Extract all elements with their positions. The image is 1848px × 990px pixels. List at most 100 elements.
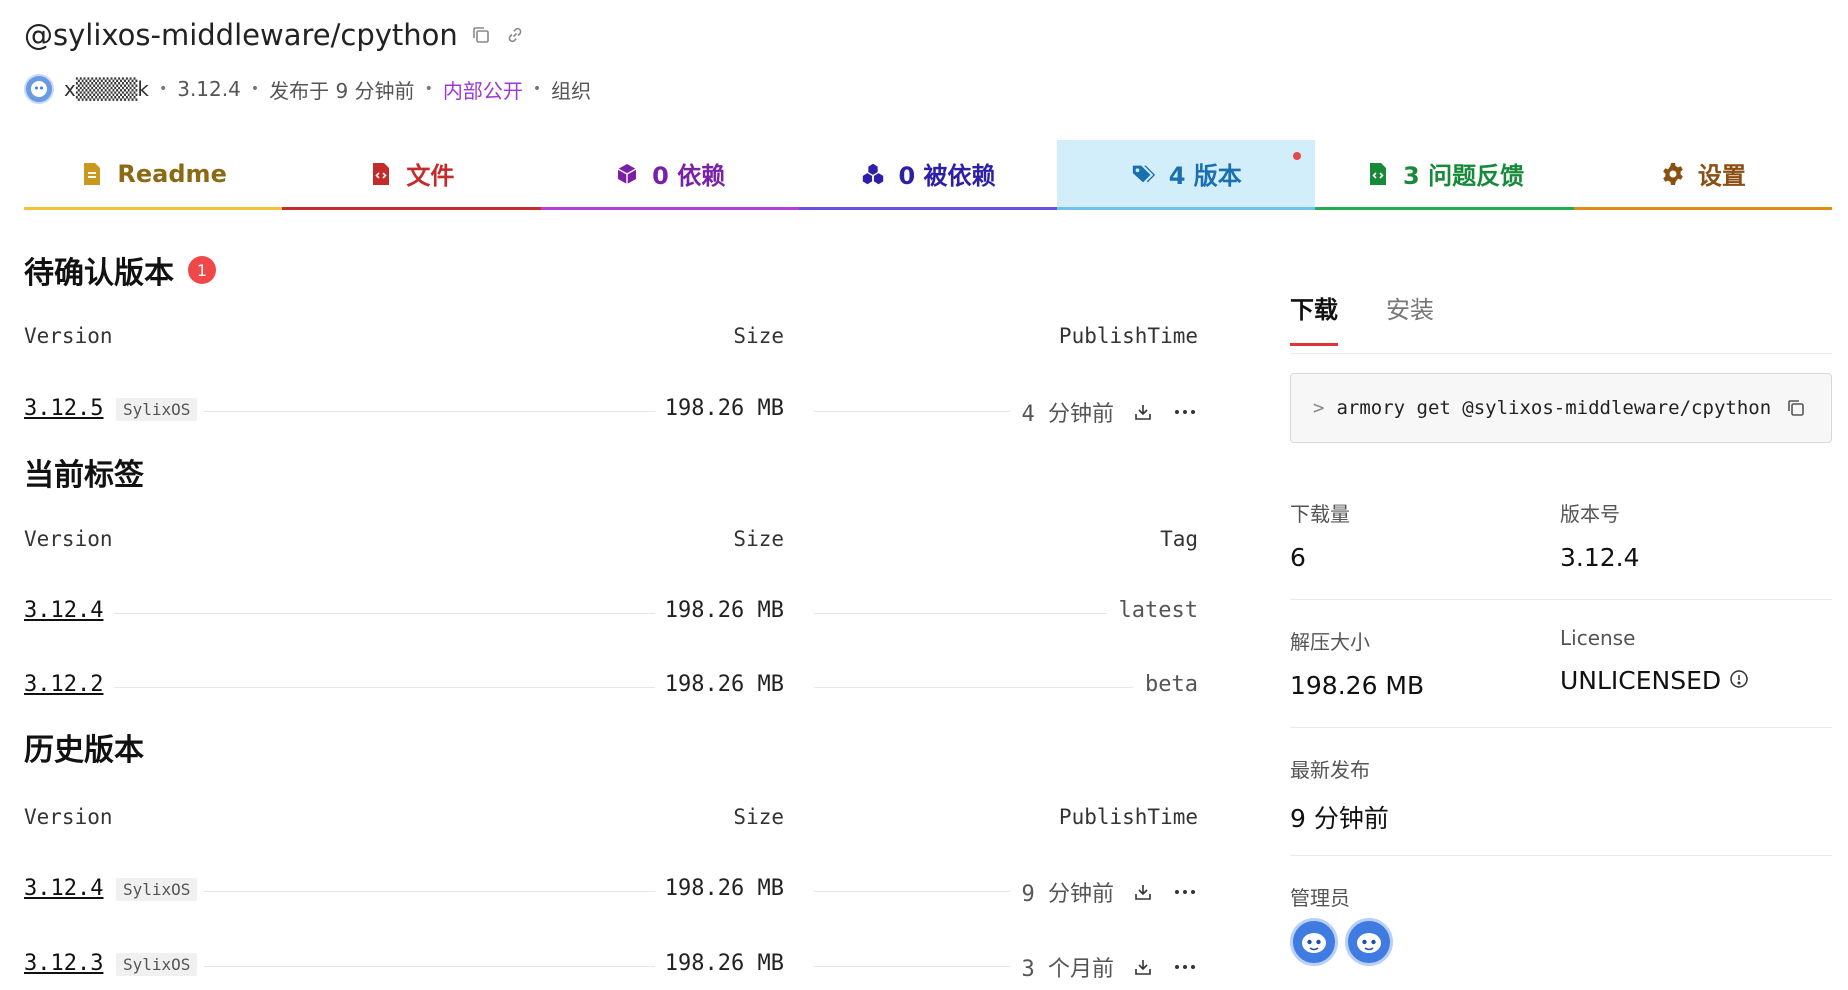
row-leader-line [814, 966, 1014, 967]
divider [1290, 599, 1832, 600]
divider [1290, 727, 1832, 728]
install-command-box: > armory get @sylixos-middleware/cpython [1290, 373, 1832, 443]
stat-value: 198.26 MB [1290, 671, 1425, 700]
copy-icon[interactable] [470, 24, 492, 46]
tab-files[interactable]: 文件 [282, 140, 541, 210]
author-avatar[interactable] [24, 74, 54, 104]
tab-download[interactable]: 下载 [1290, 290, 1338, 346]
separator-dot: • [158, 81, 168, 97]
package-title-bar: @sylixos-middleware/cpython [24, 18, 526, 52]
admin-avatar[interactable] [1345, 918, 1393, 966]
stat-value: 9 分钟前 [1290, 804, 1389, 833]
col-publish-time: PublishTime [1058, 324, 1198, 348]
admin-avatar[interactable] [1290, 918, 1338, 966]
more-icon[interactable] [1172, 879, 1198, 905]
dist-tag: latest [1118, 598, 1198, 623]
col-version: Version [24, 324, 113, 348]
dist-tag: beta [1145, 672, 1198, 697]
info-icon[interactable] [1729, 666, 1749, 695]
stat-admins: 管理员 [1290, 882, 1350, 911]
row-size: 198.26 MB [654, 672, 794, 697]
tab-settings[interactable]: 设置 [1573, 140, 1832, 210]
tab-label: 3 问题反馈 [1403, 162, 1525, 190]
tab-versions[interactable]: 4 版本 [1057, 140, 1316, 210]
row-publish-time: 4 分钟前 [1021, 402, 1115, 427]
tab-label: 设置 [1697, 162, 1746, 190]
stat-label: 解压大小 [1290, 630, 1370, 654]
file-text-icon [79, 161, 105, 187]
tab-label: Readme [117, 159, 227, 188]
row-publish-time: 3 个月前 [1021, 957, 1115, 982]
version-link[interactable]: 3.12.5 [24, 396, 114, 421]
tab-install[interactable]: 安装 [1386, 290, 1434, 343]
row-publish-time: 9 分钟前 [1021, 882, 1115, 907]
more-icon[interactable] [1172, 954, 1198, 980]
visibility-label: 内部公开 [442, 78, 523, 103]
stat-license: License UNLICENSED [1560, 626, 1749, 695]
history-versions-title: 历史版本 [24, 725, 144, 769]
author-name[interactable]: x▒▒▒▒k [64, 77, 149, 101]
row-actions: 9 分钟前 [1009, 876, 1198, 908]
tab-dependents[interactable]: 0 被依赖 [798, 140, 1058, 210]
package-tabs: Readme 文件 0 依赖 0 被依赖 4 版本 3 问题反馈 设置 [24, 140, 1832, 210]
package-meta: x▒▒▒▒k • 3.12.4 • 发布于 9 分钟前 • 内部公开 • 组织 [24, 74, 591, 104]
row-leader-line [114, 613, 684, 614]
pending-count-badge: 1 [188, 256, 216, 284]
version-link[interactable]: 3.12.4 [24, 876, 114, 901]
row-tag: latest [1106, 598, 1198, 623]
row-leader-line [204, 966, 684, 967]
tab-label: 4 版本 [1168, 162, 1242, 190]
col-size: Size [733, 324, 784, 348]
download-icon[interactable] [1130, 399, 1156, 425]
row-leader-line [814, 411, 1014, 412]
license-value: UNLICENSED [1560, 666, 1722, 695]
issue-file-icon [1365, 161, 1391, 187]
col-version: Version [24, 527, 113, 551]
col-version: Version [24, 805, 113, 829]
install-command[interactable]: armory get @sylixos-middleware/cpython [1336, 397, 1775, 419]
prompt-symbol: > [1313, 397, 1325, 419]
section-title-text: 当前标签 [24, 458, 144, 493]
owner-type: 组织 [551, 78, 592, 103]
separator-dot: • [532, 81, 542, 97]
install-tabs: 下载 安装 [1290, 290, 1832, 354]
version-link[interactable]: 3.12.4 [24, 598, 114, 623]
os-tag: SylixOS [116, 398, 198, 421]
copy-icon[interactable] [1783, 395, 1809, 421]
publish-time: 发布于 9 分钟前 [269, 78, 415, 103]
tags-icon [1131, 161, 1157, 187]
table-row: 3.12.2 198.26 MB beta [24, 672, 1198, 702]
col-size: Size [733, 805, 784, 829]
row-leader-line [814, 687, 1144, 688]
row-actions: 3 个月前 [1009, 951, 1198, 983]
row-size: 198.26 MB [654, 396, 794, 421]
version-link[interactable]: 3.12.3 [24, 951, 114, 976]
row-leader-line [204, 411, 684, 412]
section-title-text: 历史版本 [24, 733, 144, 768]
row-leader-line [814, 613, 1134, 614]
current-version: 3.12.4 [177, 77, 241, 101]
more-icon[interactable] [1172, 399, 1198, 425]
download-icon[interactable] [1130, 954, 1156, 980]
link-icon[interactable] [504, 24, 526, 46]
download-icon[interactable] [1130, 879, 1156, 905]
row-actions: 4 分钟前 [1009, 396, 1198, 428]
tab-readme[interactable]: Readme [24, 140, 283, 210]
stat-value: 3.12.4 [1560, 543, 1640, 572]
row-leader-line [204, 891, 684, 892]
table-row: 3.12.4 SylixOS 198.26 MB 9 分钟前 [24, 876, 1198, 908]
version-link[interactable]: 3.12.2 [24, 672, 114, 697]
stat-value: 6 [1290, 543, 1306, 572]
cubes-icon [860, 161, 886, 187]
tab-dependencies[interactable]: 0 依赖 [540, 140, 799, 210]
gear-icon [1660, 161, 1686, 187]
tab-issues[interactable]: 3 问题反馈 [1315, 140, 1574, 210]
row-leader-line [114, 687, 684, 688]
col-size: Size [733, 527, 784, 551]
col-publish-time: PublishTime [1058, 805, 1198, 829]
row-leader-line [814, 891, 1014, 892]
cube-icon [614, 161, 640, 187]
col-tag: Tag [1160, 527, 1198, 551]
stat-value-row: UNLICENSED [1560, 666, 1749, 695]
tab-label: 0 依赖 [652, 162, 726, 190]
